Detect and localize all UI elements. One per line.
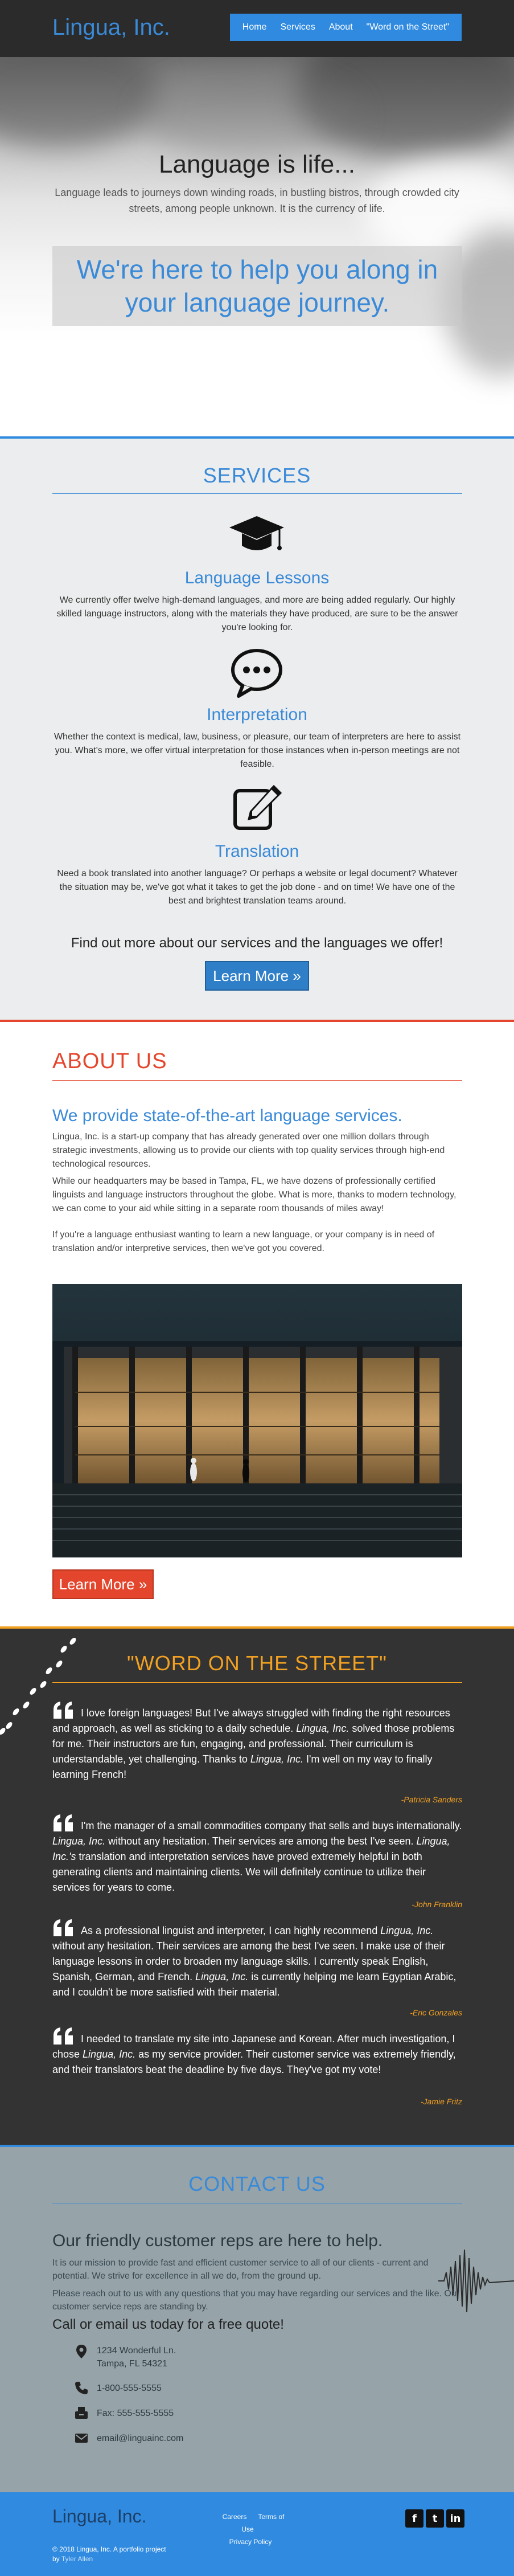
social-links: f t in [405, 2509, 464, 2528]
contact-lead: Our friendly customer reps are here to h… [52, 2231, 383, 2250]
service-title-interpretation: Interpretation [207, 705, 307, 724]
testimonial-quote: I needed to translate my site into Japan… [52, 2027, 462, 2078]
speech-bubble-icon [231, 649, 282, 698]
contact-call-text: Call or email us today for a free quote! [52, 2317, 284, 2332]
service-text-interpretation: Whether the context is medical, law, bus… [54, 732, 461, 769]
contact-heading: CONTACT US [188, 2172, 326, 2195]
footer-link-careers[interactable]: Careers [217, 2513, 253, 2521]
fax-icon [75, 2407, 88, 2419]
services-learn-more-button[interactable]: Learn More » [205, 961, 309, 991]
service-title-translation: Translation [215, 842, 299, 861]
hero-tagline-box: We're here to help you along in your lan… [52, 246, 462, 326]
footer-links: Careers Terms of Use Privacy Policy [211, 2510, 290, 2548]
graduation-cap-icon [229, 516, 284, 550]
site-footer: Lingua, Inc. © 2018 Lingua, Inc. A portf… [0, 2492, 514, 2576]
about-paragraph: While our headquarters may be based in T… [52, 1176, 457, 1213]
building-photo [52, 1284, 462, 1557]
testimonials-section: "WORD ON THE STREET" I love foreign lang… [0, 1629, 514, 2147]
envelope-icon [75, 2434, 88, 2443]
testimonial-author: -Jamie Fritz [420, 2097, 462, 2106]
hero-tagline: We're here to help you along in your lan… [76, 255, 438, 317]
about-heading: ABOUT US [52, 1049, 167, 1073]
quote-icon [54, 1814, 73, 1831]
services-cta-text: Find out more about our services and the… [71, 935, 443, 951]
nav-about-link[interactable]: About [322, 14, 360, 41]
footer-copyright: © 2018 Lingua, Inc. A portfolio project [52, 2545, 166, 2553]
about-lead: We provide state-of-the-art language ser… [52, 1106, 402, 1125]
footer-logo[interactable]: Lingua, Inc. [52, 2506, 146, 2527]
testimonial-author: -John Franklin [412, 1900, 462, 1909]
contact-address-line2: Tampa, FL 54321 [97, 2359, 167, 2369]
testimonial-quote: I love foreign languages! But I've alway… [52, 1702, 462, 1782]
about-section: ABOUT US We provide state-of-the-art lan… [0, 1022, 514, 1629]
edit-icon [233, 785, 282, 830]
sound-wave-icon [438, 2249, 514, 2313]
main-nav: Home Services About "Word on the Street" [229, 14, 462, 41]
heading-rule [52, 493, 462, 494]
phone-icon [75, 2382, 88, 2394]
nav-home-link[interactable]: Home [236, 14, 274, 41]
contact-fax: Fax: 555-555-5555 [97, 2409, 174, 2418]
heading-rule [52, 1080, 462, 1081]
hero-subtitle: Language leads to journeys down winding … [55, 187, 459, 214]
footer-link-privacy[interactable]: Privacy Policy [224, 2538, 278, 2546]
hero-title: Language is life... [159, 150, 355, 178]
about-paragraph: Lingua, Inc. is a start-up company that … [52, 1132, 445, 1169]
nav-word-on-the-street-link[interactable]: "Word on the Street" [360, 14, 456, 41]
service-title-language-lessons: Language Lessons [184, 569, 330, 587]
about-learn-more-button[interactable]: Learn More » [52, 1569, 154, 1599]
contact-paragraph: It is our mission to provide fast and ef… [52, 2258, 429, 2281]
contact-email[interactable]: email@linguainc.com [97, 2432, 183, 2445]
testimonial-quote: I'm the manager of a small commodities c… [52, 1814, 462, 1895]
testimonial-quote: As a professional linguist and interpret… [52, 1919, 462, 2000]
testimonial-author: -Patricia Sanders [401, 1795, 462, 1804]
linkedin-icon[interactable]: in [446, 2509, 464, 2528]
contact-phone[interactable]: 1-800-555-5555 [97, 2382, 162, 2395]
about-paragraph: If you're a language enthusiast wanting … [52, 1230, 435, 1253]
quote-icon [54, 1919, 73, 1936]
contact-address-line1: 1234 Wonderful Ln. [97, 2346, 176, 2356]
services-heading: SERVICES [203, 464, 311, 487]
heading-rule [52, 1682, 462, 1683]
quote-icon [54, 2027, 73, 2045]
contact-section: CONTACT US Our friendly customer reps ar… [0, 2147, 514, 2492]
site-header: Lingua, Inc. Home Services About "Word o… [0, 0, 514, 57]
services-section: SERVICES Language Lessons We currently o… [0, 439, 514, 1022]
location-icon [76, 2345, 87, 2358]
hero-section: Language is life... Language leads to jo… [0, 57, 514, 439]
footer-credit-link[interactable]: Tyler Allen [61, 2555, 93, 2563]
facebook-icon[interactable]: f [405, 2509, 423, 2528]
footer-credit: by Tyler Allen [52, 2555, 93, 2563]
quote-icon [54, 1702, 73, 1719]
testimonials-heading: "WORD ON THE STREET" [127, 1651, 387, 1675]
contact-paragraph: Please reach out to us with any question… [52, 2289, 460, 2312]
nav-services-link[interactable]: Services [273, 14, 322, 41]
site-logo[interactable]: Lingua, Inc. [52, 15, 170, 40]
twitter-icon[interactable]: t [426, 2509, 444, 2528]
service-text-language-lessons: We currently offer twelve high-demand la… [56, 595, 458, 632]
service-text-translation: Need a book translated into another lang… [57, 869, 458, 906]
testimonial-author: -Eric Gonzales [410, 2008, 462, 2017]
